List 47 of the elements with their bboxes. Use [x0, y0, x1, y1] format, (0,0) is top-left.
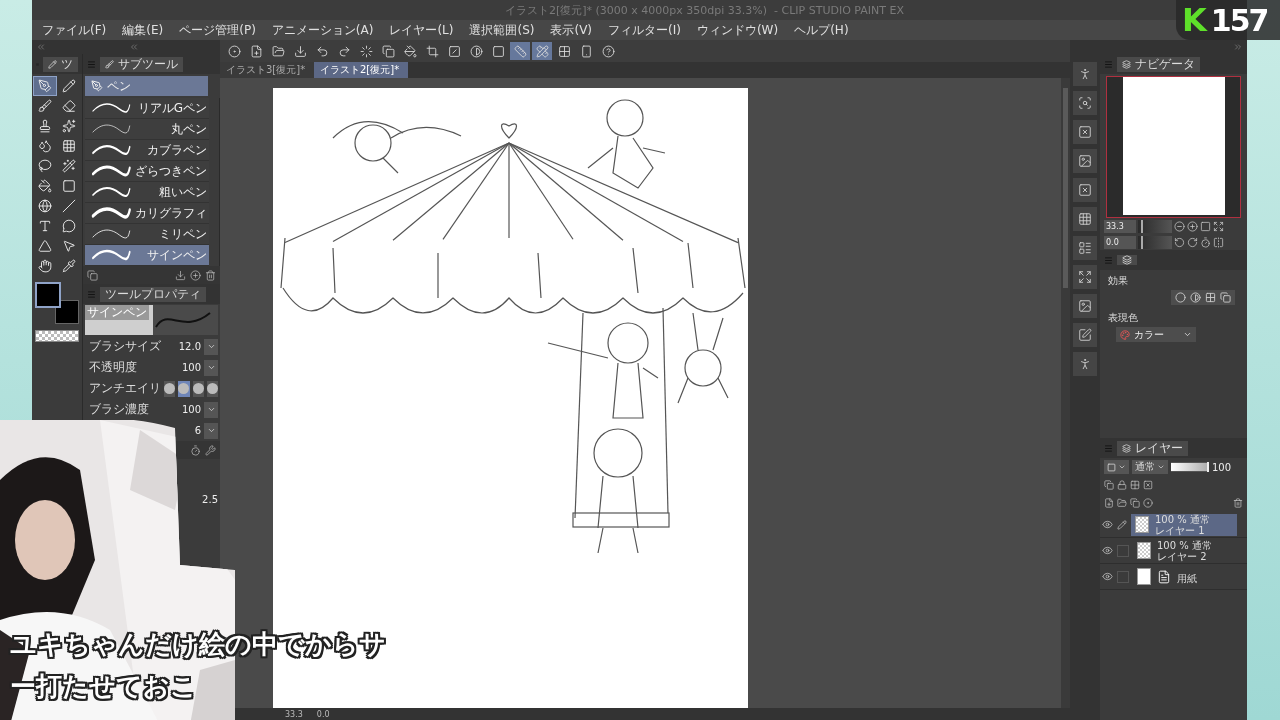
document-tab[interactable]: イラスト2[復元]*: [314, 62, 408, 78]
blend-mode-select[interactable]: 通常: [1132, 460, 1168, 474]
property-value[interactable]: 2.5: [202, 494, 218, 505]
layer-mode: 100 % 通常: [1157, 539, 1212, 551]
panel-tab[interactable]: ナビゲータ: [1117, 56, 1200, 72]
panel-tab[interactable]: サブツール: [100, 56, 183, 72]
opacity-value[interactable]: 100: [1212, 461, 1232, 473]
panel-tab[interactable]: レイヤー: [1117, 440, 1188, 456]
menu-item[interactable]: ウィンドウ(W): [696, 21, 779, 39]
layer-name: レイヤー 2: [1157, 550, 1208, 562]
menu-item[interactable]: アニメーション(A): [271, 21, 374, 39]
property-value[interactable]: 6: [194, 425, 201, 436]
layer-name: レイヤー 1: [1155, 524, 1206, 536]
brush-item[interactable]: サインペン: [85, 245, 209, 266]
section-label: 効果: [1107, 274, 1129, 288]
menu-item[interactable]: 表示(V): [550, 21, 593, 39]
angle-field[interactable]: 0.0: [1104, 235, 1136, 249]
layer-mode: 100 % 通常: [1155, 513, 1210, 525]
property-label: ブラシ濃度: [89, 402, 150, 417]
counter-value: 157: [1210, 2, 1268, 38]
zoom-value[interactable]: 33.3: [285, 709, 303, 719]
menu-item[interactable]: フィルター(I): [608, 21, 681, 39]
menu-item[interactable]: レイヤー(L): [389, 21, 454, 39]
layer-row[interactable]: 100 % 通常 レイヤー 2: [1100, 538, 1247, 564]
property-label: アンチエイリ: [89, 381, 161, 396]
menu-item[interactable]: ページ管理(P): [179, 21, 256, 39]
angle-value[interactable]: 0.0: [316, 709, 330, 719]
panel-tab[interactable]: ツ: [43, 56, 78, 72]
document-tab[interactable]: イラスト3[復元]*: [220, 62, 314, 78]
subtool-group[interactable]: ペン: [85, 76, 208, 96]
color-mode-dropdown[interactable]: カラー: [1116, 327, 1196, 342]
layer-name: 用紙: [1177, 571, 1197, 586]
property-value[interactable]: 100: [181, 362, 201, 373]
layer-row[interactable]: 用紙: [1100, 564, 1247, 590]
menu-item[interactable]: 編集(E): [122, 21, 164, 39]
logo-letter: K: [1182, 1, 1207, 39]
property-value[interactable]: 12.0: [178, 341, 201, 352]
section-label: 表現色: [1107, 311, 1139, 325]
property-label: 不透明度: [89, 360, 138, 375]
menu-item[interactable]: ファイル(F): [42, 21, 107, 39]
preview-label: サインペン: [85, 305, 149, 320]
property-value[interactable]: 100: [181, 404, 201, 415]
panel-tab[interactable]: ツールプロパティ: [100, 286, 206, 302]
menu-item[interactable]: ヘルプ(H): [794, 21, 849, 39]
property-label: ブラシサイズ: [89, 339, 162, 354]
zoom-field[interactable]: 33.3: [1104, 219, 1136, 233]
menu-item[interactable]: 選択範囲(S): [469, 21, 535, 39]
